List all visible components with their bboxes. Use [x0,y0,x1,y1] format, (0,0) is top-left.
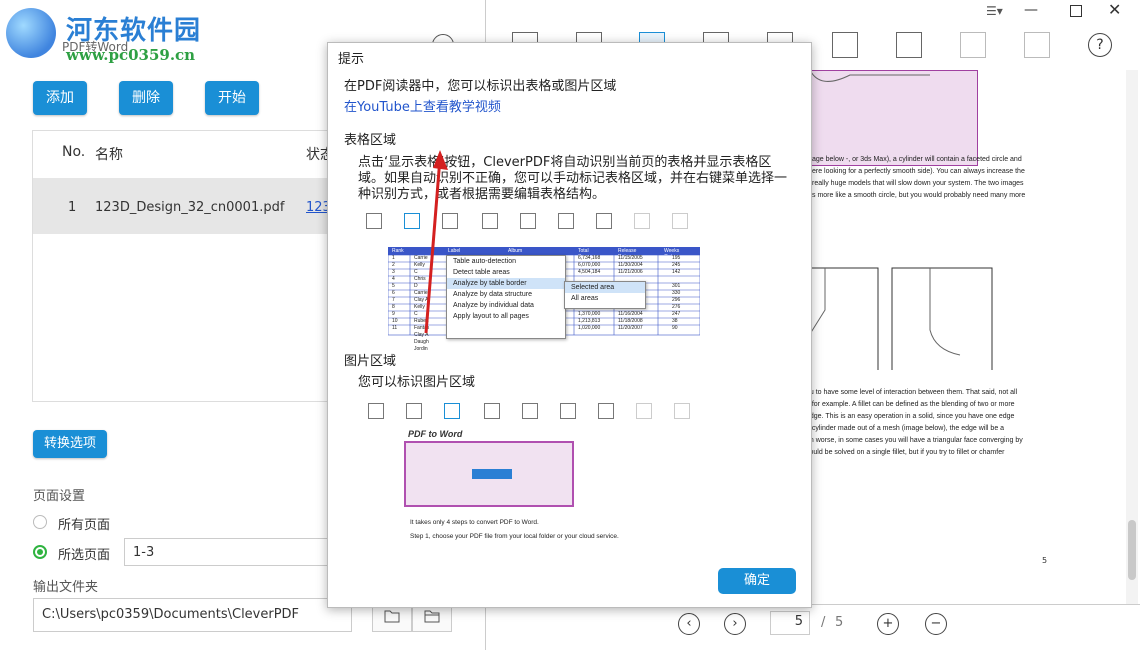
sample-pdf-to-word-image: PDF to Word It takes only 4 steps to con… [400,429,619,541]
youtube-tutorial-link[interactable]: 在YouTube上查看教学视频 [344,100,501,116]
page-total: 5 [835,615,844,630]
page-number-input[interactable]: 5 [770,611,810,635]
column-header-name: 名称 [95,147,123,163]
logo: 河东软件园 PDF转Word www.pc0359.cn [0,0,210,70]
output-folder-label: 输出文件夹 [33,580,99,595]
ok-button[interactable]: 确定 [718,568,796,594]
convert-options-button[interactable]: 转换选项 [33,430,107,458]
page-navigation-bar: ‹ › 5 / 5 + − [486,604,1140,651]
sample-selection-box [404,441,574,507]
output-path-input[interactable]: C:\Users\pc0359\Documents\CleverPDF [33,598,352,632]
add-button[interactable]: 添加 [33,81,87,115]
sample-submenu: Selected area All areas [564,281,646,309]
all-pages-radio[interactable] [33,515,47,529]
page-range-input[interactable]: 1-3 [124,538,328,566]
file-table [32,130,352,402]
zoom-out-icon[interactable]: − [925,613,947,635]
help-icon[interactable]: ? [1088,33,1112,57]
logo-icon [6,8,56,58]
pdf-to-word-title: PDF to Word [408,429,463,439]
start-button[interactable]: 开始 [205,81,259,115]
logo-url: www.pc0359.cn [66,46,196,64]
split-cells-icon[interactable] [1024,32,1050,58]
zoom-in-icon[interactable]: + [877,613,899,635]
column-header-no: No. [62,144,86,160]
all-pages-label: 所有页面 [58,518,111,533]
row-file-name: 123D_Design_32_cn0001.pdf [95,200,285,215]
tip-dialog: 提示 在PDF阅读器中，您可以标识出表格或图片区域 在YouTube上查看教学视… [327,42,812,608]
dialog-title: 提示 [338,52,365,67]
pdf-to-word-line2: Step 1, choose your PDF file from your l… [410,533,619,540]
red-arrow-annotation [424,150,448,334]
menu-icon[interactable]: ☰▾ [986,4,1003,18]
page-settings-label: 页面设置 [33,489,86,504]
close-icon[interactable]: ✕ [1108,0,1121,19]
image-section-text: 您可以标识图片区域 [358,375,476,390]
merge-cells-icon[interactable] [960,32,986,58]
row-number: 1 [68,200,77,215]
maximize-icon[interactable] [1070,5,1082,17]
pdf-to-word-line1: It takes only 4 steps to convert PDF to … [410,519,539,526]
minimize-icon[interactable]: — [1024,2,1038,18]
selected-pages-label: 所选页面 [58,548,111,563]
next-page-icon[interactable]: › [724,613,746,635]
scrollbar-thumb[interactable] [1128,520,1136,580]
sample-toolbar-2 [368,403,698,425]
column-split-icon[interactable] [832,32,858,58]
selected-pages-radio[interactable] [33,545,47,559]
prev-page-icon[interactable]: ‹ [678,613,700,635]
table-section-title: 表格区域 [344,133,397,148]
delete-button[interactable]: 删除 [119,81,173,115]
dialog-intro: 在PDF阅读器中，您可以标识出表格或图片区域 [344,79,617,94]
page-footer-number: 5 [1042,556,1048,565]
delete-area-icon[interactable] [896,32,922,58]
sample-context-menu: Table auto-detection Detect table areas … [446,255,566,339]
image-section-title: 图片区域 [344,354,397,369]
sample-toolbar-1 [366,213,696,235]
page-separator: / [821,615,826,630]
text-block-2: ou to have some level of interaction bet… [806,389,1023,456]
text-block-1: age below -, or 3ds Max), a cylinder wil… [812,156,1026,199]
